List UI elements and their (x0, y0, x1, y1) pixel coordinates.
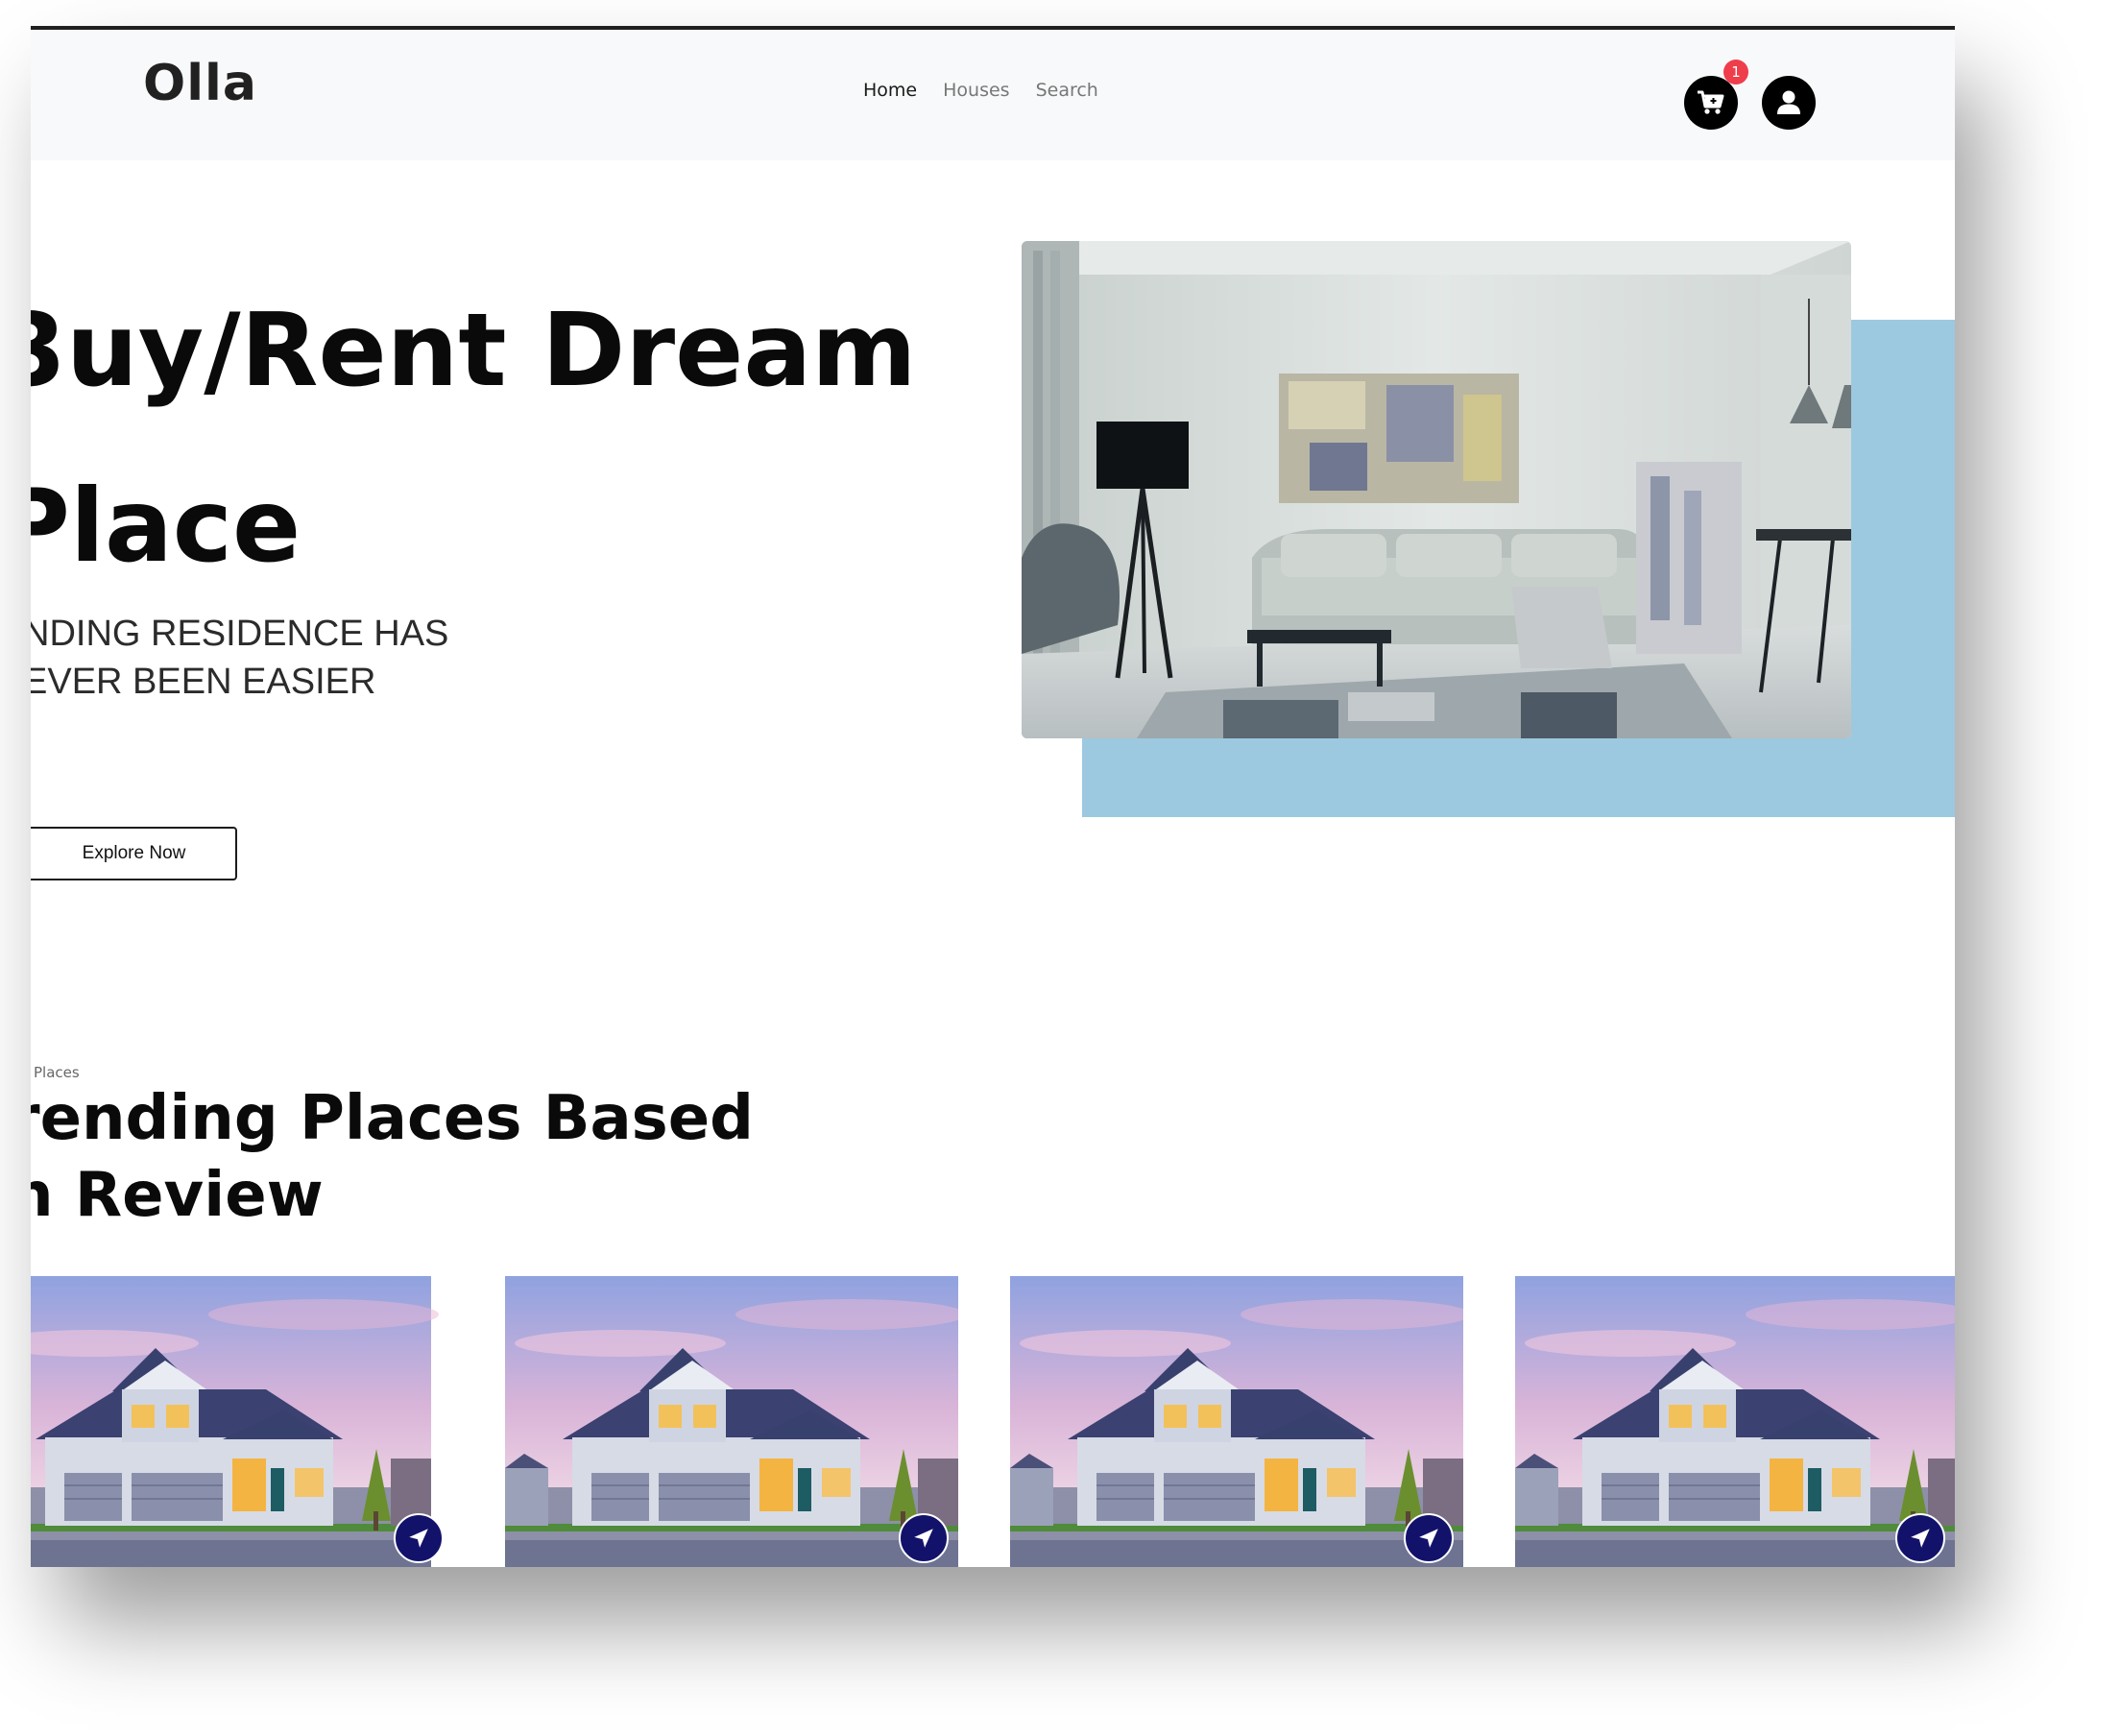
place-card[interactable] (1010, 1276, 1463, 1567)
cart-button[interactable] (1684, 76, 1738, 130)
house-photo (31, 1276, 440, 1567)
place-card[interactable] (505, 1276, 958, 1567)
browser-viewport: Olla Home Houses Search 1 3uy/Rent Dream… (31, 26, 1955, 1567)
navigation-arrow-icon[interactable] (1404, 1513, 1454, 1563)
house-photo (505, 1276, 958, 1567)
shopping-cart-icon (1698, 90, 1724, 114)
user-account-button[interactable] (1762, 76, 1816, 130)
section-label: Places (34, 1064, 80, 1081)
brand-logo[interactable]: Olla (143, 55, 257, 112)
section-title: rending Places Based n Review (31, 1083, 754, 1231)
nav-link-houses[interactable]: Houses (943, 80, 1009, 101)
navigation-arrow-icon[interactable] (1895, 1513, 1945, 1563)
navbar: Olla Home Houses Search 1 (31, 30, 1955, 160)
hero-living-room-image (1022, 241, 1851, 738)
navigation-arrow-icon[interactable] (394, 1513, 444, 1563)
user-circle-icon (1777, 90, 1800, 114)
nav-link-search[interactable]: Search (1036, 80, 1098, 101)
place-card[interactable] (31, 1276, 453, 1567)
hero-subtitle: NDING RESIDENCE HAS EVER BEEN EASIER (31, 614, 449, 702)
explore-now-button[interactable]: Explore Now (31, 827, 237, 880)
house-photo (1010, 1276, 1463, 1567)
nav-link-home[interactable]: Home (863, 80, 917, 101)
hero-title: 3uy/Rent Dream Place (31, 263, 937, 615)
place-card[interactable] (1515, 1276, 1955, 1567)
house-photo (1515, 1276, 1955, 1567)
cart-count-badge: 1 (1723, 60, 1748, 84)
hero-title-text: 3uy/Rent Dream Place (31, 292, 917, 585)
navigation-arrow-icon[interactable] (899, 1513, 949, 1563)
main-nav: Home Houses Search (863, 80, 1098, 101)
